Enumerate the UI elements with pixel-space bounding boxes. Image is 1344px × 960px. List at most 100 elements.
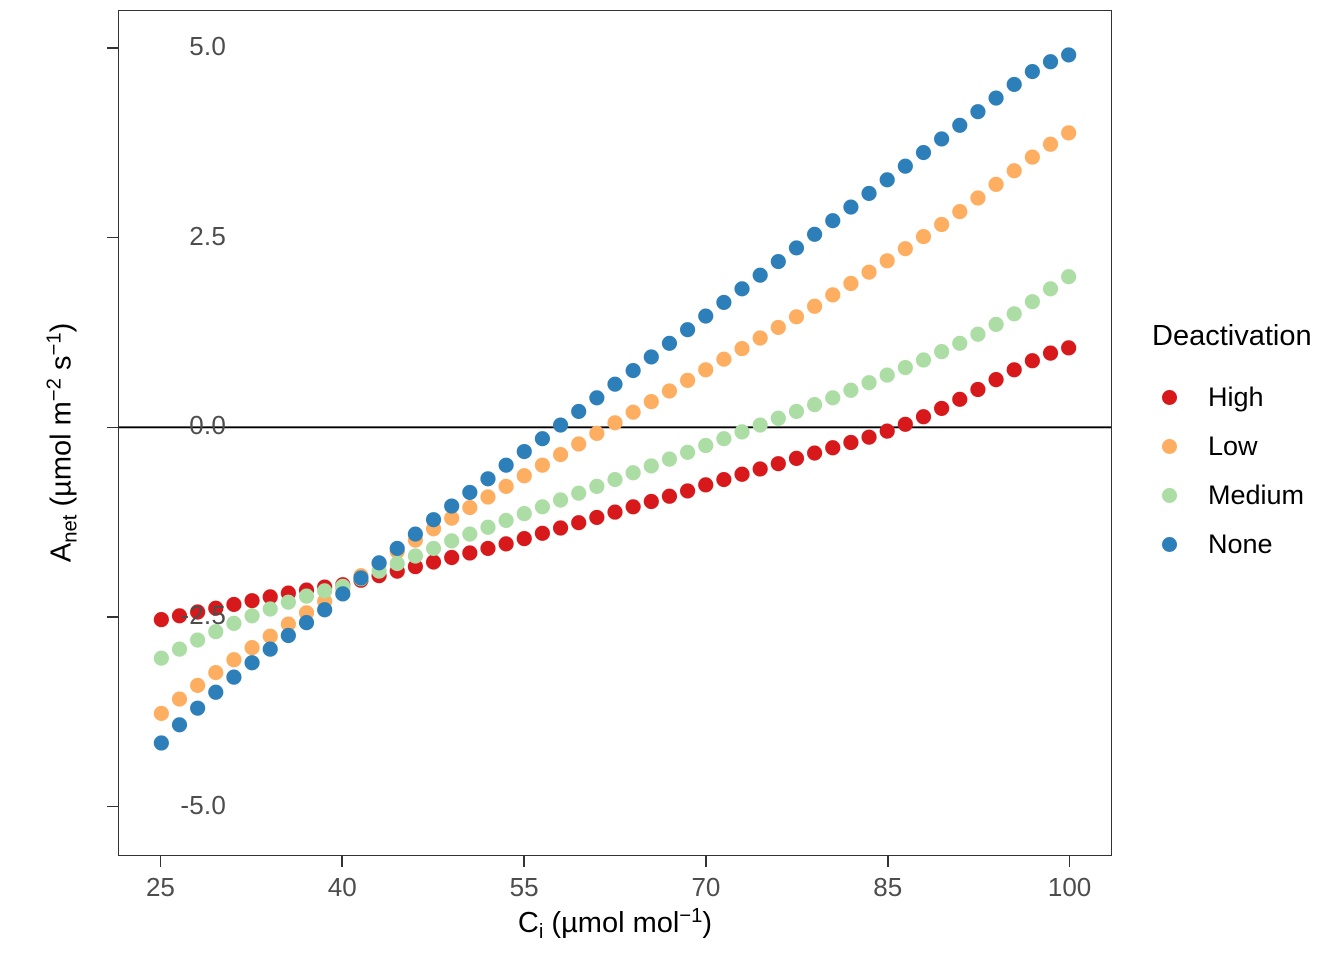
series-medium xyxy=(153,269,1077,666)
y-tick-mark xyxy=(107,236,118,239)
data-point xyxy=(770,410,786,426)
data-point xyxy=(843,275,859,292)
data-point xyxy=(734,341,750,357)
data-point xyxy=(480,519,496,535)
data-point xyxy=(897,416,913,432)
data-point xyxy=(1006,76,1022,93)
data-point xyxy=(934,131,950,147)
data-point xyxy=(915,352,932,368)
x-tick-label: 40 xyxy=(327,872,357,902)
data-point xyxy=(534,499,550,515)
data-point xyxy=(1061,125,1077,141)
y-axis-title-subscript: net xyxy=(59,514,82,543)
data-point xyxy=(680,322,696,338)
data-point xyxy=(661,383,678,399)
data-point xyxy=(770,456,786,472)
legend-item-medium[interactable]: Medium xyxy=(1152,471,1342,520)
y-tick-label: 0.0 xyxy=(189,410,226,441)
data-point xyxy=(952,391,968,407)
data-point xyxy=(462,545,478,561)
x-axis-title-units-pre: (µmol mol xyxy=(543,907,680,940)
y-axis-title-units-mid: s xyxy=(45,355,78,379)
data-point xyxy=(153,612,169,628)
data-point xyxy=(861,264,877,280)
x-tick-mark xyxy=(341,856,344,867)
data-point xyxy=(734,424,750,440)
legend-key xyxy=(1152,439,1186,454)
data-point xyxy=(807,226,823,242)
data-point xyxy=(298,615,315,631)
legend-key xyxy=(1152,488,1186,503)
legend: Deactivation High Low Medium None xyxy=(1152,320,1342,569)
data-point xyxy=(244,655,260,671)
data-point xyxy=(970,190,986,206)
data-point xyxy=(915,144,932,161)
data-point xyxy=(444,498,460,514)
data-point xyxy=(607,504,623,520)
data-point xyxy=(1006,306,1022,322)
data-point xyxy=(262,601,278,617)
data-point xyxy=(1042,281,1059,297)
data-point xyxy=(462,526,478,542)
data-point xyxy=(371,555,387,571)
data-point xyxy=(571,436,587,452)
data-point xyxy=(625,362,641,379)
data-point xyxy=(825,390,841,406)
y-tick-label: 5.0 xyxy=(189,30,226,61)
data-point xyxy=(970,381,986,398)
data-point xyxy=(625,465,641,481)
data-point xyxy=(843,382,859,398)
data-point xyxy=(534,525,550,541)
data-point xyxy=(788,240,805,256)
data-point xyxy=(897,359,913,376)
data-point xyxy=(680,444,696,460)
legend-item-low[interactable]: Low xyxy=(1152,422,1342,471)
legend-dot-icon xyxy=(1161,537,1177,552)
data-point xyxy=(190,632,206,648)
data-point xyxy=(516,468,532,484)
data-point xyxy=(480,471,496,487)
data-point xyxy=(915,409,932,425)
x-axis-title-units-post: ) xyxy=(702,907,713,940)
y-axis-title-units-exponent-1: −2 xyxy=(43,378,66,402)
data-points-layer xyxy=(119,47,1111,751)
data-point xyxy=(752,267,768,283)
data-point xyxy=(988,316,1004,332)
data-point xyxy=(788,403,805,420)
data-point xyxy=(825,440,841,456)
data-point xyxy=(952,204,968,220)
data-point xyxy=(643,394,659,410)
data-point xyxy=(1042,345,1059,361)
legend-item-none[interactable]: None xyxy=(1152,520,1342,569)
data-point xyxy=(552,520,569,536)
data-point xyxy=(534,457,550,473)
data-point xyxy=(589,390,605,406)
data-point xyxy=(226,669,242,685)
data-point xyxy=(226,615,242,631)
x-tick-mark xyxy=(1068,856,1071,867)
data-point xyxy=(480,540,496,557)
data-point xyxy=(988,372,1004,388)
data-point xyxy=(825,213,841,229)
legend-title: Deactivation xyxy=(1152,320,1312,352)
data-point xyxy=(244,593,260,609)
data-point xyxy=(1024,63,1040,80)
data-point xyxy=(589,425,605,441)
data-point xyxy=(389,555,405,572)
data-point xyxy=(952,117,968,133)
y-tick-label: -5.0 xyxy=(180,789,226,820)
data-point xyxy=(879,253,895,269)
data-point xyxy=(988,90,1004,106)
data-point xyxy=(498,478,514,494)
data-point xyxy=(1061,269,1077,285)
data-point xyxy=(661,488,678,504)
data-point xyxy=(317,583,333,599)
data-point xyxy=(153,705,169,722)
data-point xyxy=(698,477,714,493)
data-point xyxy=(153,735,169,751)
legend-item-high[interactable]: High xyxy=(1152,373,1342,422)
data-point xyxy=(498,536,514,552)
y-tick-label: 2.5 xyxy=(189,220,226,251)
legend-dot-icon xyxy=(1161,439,1177,454)
data-point xyxy=(190,700,206,716)
